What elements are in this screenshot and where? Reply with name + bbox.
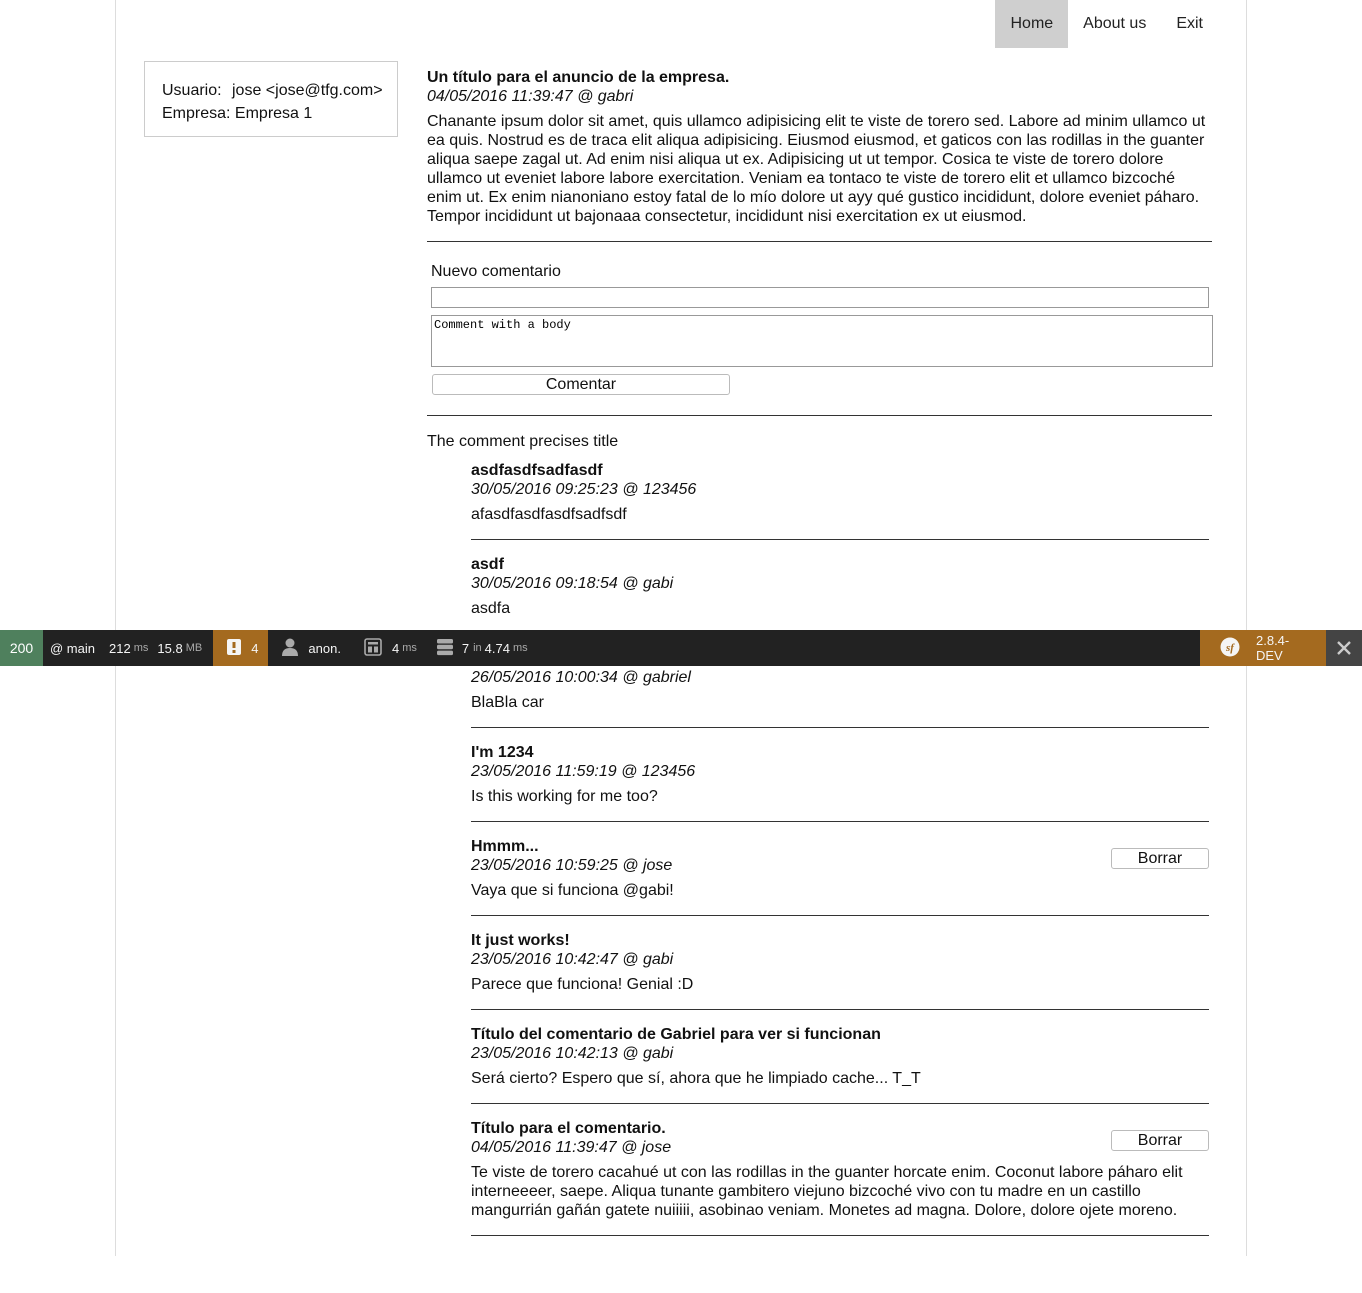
comment-body: BlaBla car (471, 694, 544, 711)
comment-body: Vaya que si funciona @gabi! (471, 882, 674, 899)
comment-meta: 23/05/2016 11:59:19 @ 123456 (471, 763, 696, 780)
comment-body: Será cierto? Espero que sí, ahora que he… (471, 1070, 921, 1087)
comment-body: Parece que funciona! Genial :D (471, 976, 694, 993)
comment-divider (471, 1235, 1209, 1236)
comment-meta: 30/05/2016 09:18:54 @ gabi (471, 575, 674, 592)
user-info-box: Usuario: jose <jose@tfg.com> Empresa: Emp… (144, 61, 398, 137)
comment-item: asdfasdfsadfasdf 30/05/2016 09:25:23 @ 1… (471, 461, 1209, 524)
toolbar-right: sf 2.8.4-DEV (1200, 630, 1362, 666)
comments-list: asdfasdfsadfasdf 30/05/2016 09:25:23 @ 1… (471, 461, 1209, 1236)
comment-submit-button[interactable]: Comentar (432, 374, 730, 395)
comment-divider (471, 821, 1209, 822)
comment-divider (471, 1103, 1209, 1104)
security-user[interactable]: anon. (268, 630, 348, 666)
comment-divider (471, 727, 1209, 728)
top-nav: Home About us Exit (995, 0, 1218, 48)
page-container: Home About us Exit Usuario: jose <jose@tf… (115, 0, 1247, 1256)
symfony-version[interactable]: sf 2.8.4-DEV (1200, 630, 1326, 666)
route-indicator[interactable]: @ main (43, 630, 102, 666)
new-comment-label: Nuevo comentario (431, 263, 561, 280)
comment-meta: 26/05/2016 10:00:34 @ gabriel (471, 669, 691, 686)
nav-about-us[interactable]: About us (1068, 0, 1161, 48)
divider (427, 415, 1212, 416)
request-time-value: 212 (109, 640, 131, 656)
empresa-label: Empresa: (162, 105, 231, 122)
memory-usage[interactable]: 15.8 MB (155, 630, 209, 666)
comment-item: It just works! 23/05/2016 10:42:47 @ gab… (471, 931, 1209, 994)
comment-item: asdf 30/05/2016 09:18:54 @ gabi asdfa (471, 555, 1209, 618)
comment-item: Título del comentario de Gabriel para ve… (471, 1025, 1209, 1088)
database-queries[interactable]: 7 in 4.74 ms (424, 630, 535, 666)
new-comment-form: Nuevo comentario Comment with a body Com… (427, 262, 1213, 395)
debug-toolbar: 200 @ main 212 ms 15.8 MB 4 anon. 4 ms 7 in… (0, 630, 1362, 666)
warnings-count: 4 (251, 640, 259, 656)
comment-body: asdfa (471, 600, 511, 617)
db-time-value: 4.74 (484, 640, 510, 656)
comment-divider (471, 915, 1209, 916)
announcement: Un título para el anuncio de la empresa.… (427, 68, 1212, 226)
comment-divider (471, 1009, 1209, 1010)
divider (427, 241, 1212, 242)
comment-body-textarea[interactable]: Comment with a body (431, 315, 1213, 367)
comment-title: I'm 1234 (471, 744, 534, 761)
comment-title: It just works! (471, 932, 570, 949)
warning-icon (227, 638, 242, 658)
status-code-badge[interactable]: 200 (0, 630, 43, 666)
render-time-unit: ms (402, 642, 417, 654)
user-icon (282, 638, 299, 659)
comment-title: Hmmm... (471, 838, 539, 855)
database-icon (436, 638, 454, 659)
request-time-unit: ms (133, 642, 149, 654)
toolbar-close-icon[interactable] (1326, 630, 1362, 666)
nav-exit[interactable]: Exit (1161, 0, 1218, 48)
memory-unit: MB (185, 642, 203, 654)
comment-item: Título para el comentario. 04/05/2016 11… (471, 1119, 1209, 1220)
comment-title-input[interactable] (431, 287, 1209, 308)
comment-meta: 23/05/2016 10:42:13 @ gabi (471, 1045, 674, 1062)
announcement-body: Chanante ipsum dolor sit amet, quis ulla… (427, 113, 1206, 225)
comment-divider (471, 539, 1209, 540)
comment-body: Is this working for me too? (471, 788, 658, 805)
delete-comment-button[interactable]: Borrar (1111, 848, 1209, 869)
nav-home[interactable]: Home (995, 0, 1069, 48)
comment-meta: 30/05/2016 09:25:23 @ 123456 (471, 481, 697, 498)
comment-title: asdfasdfsadfasdf (471, 462, 603, 479)
comment-item: Hmmm... 23/05/2016 10:59:25 @ jose Vaya … (471, 837, 1209, 900)
comment-title: Título del comentario de Gabriel para ve… (471, 1026, 881, 1043)
request-time[interactable]: 212 ms (102, 630, 155, 666)
announcement-title: Un título para el anuncio de la empresa. (427, 69, 730, 86)
warnings-indicator[interactable]: 4 (213, 630, 269, 666)
svg-text:sf: sf (1225, 642, 1235, 654)
db-time-unit: ms (512, 642, 528, 654)
usuario-label: Usuario: (162, 82, 222, 99)
symfony-version-text: 2.8.4-DEV (1256, 633, 1290, 663)
empresa-value: Empresa 1 (234, 105, 313, 122)
announcement-meta: 04/05/2016 11:39:47 @ gabri (427, 88, 634, 105)
comment-title: Título para el comentario. (471, 1120, 666, 1137)
memory-value: 15.8 (157, 640, 183, 656)
security-user-name: anon. (308, 640, 341, 656)
comment-body: Te viste de torero cacahué ut con las ro… (471, 1164, 1183, 1219)
symfony-logo-icon: sf (1220, 637, 1240, 660)
comment-meta: 04/05/2016 11:39:47 @ jose (471, 1139, 672, 1156)
template-icon (364, 637, 382, 659)
comment-body: afasdfasdfasdfsadfsdf (471, 506, 627, 523)
db-query-count: 7 (461, 640, 470, 656)
comments-section-title: The comment precises title (427, 433, 619, 450)
usuario-value: jose <jose@tfg.com> (232, 82, 383, 99)
db-in-label: in (473, 642, 482, 654)
empresa-row: Empresa: Empresa 1 (162, 102, 397, 125)
comment-item: I'm 1234 23/05/2016 11:59:19 @ 123456 Is… (471, 743, 1209, 806)
comment-meta: 23/05/2016 10:42:47 @ gabi (471, 951, 674, 968)
user-row: Usuario: jose <jose@tfg.com> (162, 79, 397, 102)
render-time[interactable]: 4 ms (348, 630, 424, 666)
comment-meta: 23/05/2016 10:59:25 @ jose (471, 857, 673, 874)
delete-comment-button[interactable]: Borrar (1111, 1130, 1209, 1151)
comment-title: asdf (471, 556, 504, 573)
render-time-value: 4 (391, 640, 400, 656)
